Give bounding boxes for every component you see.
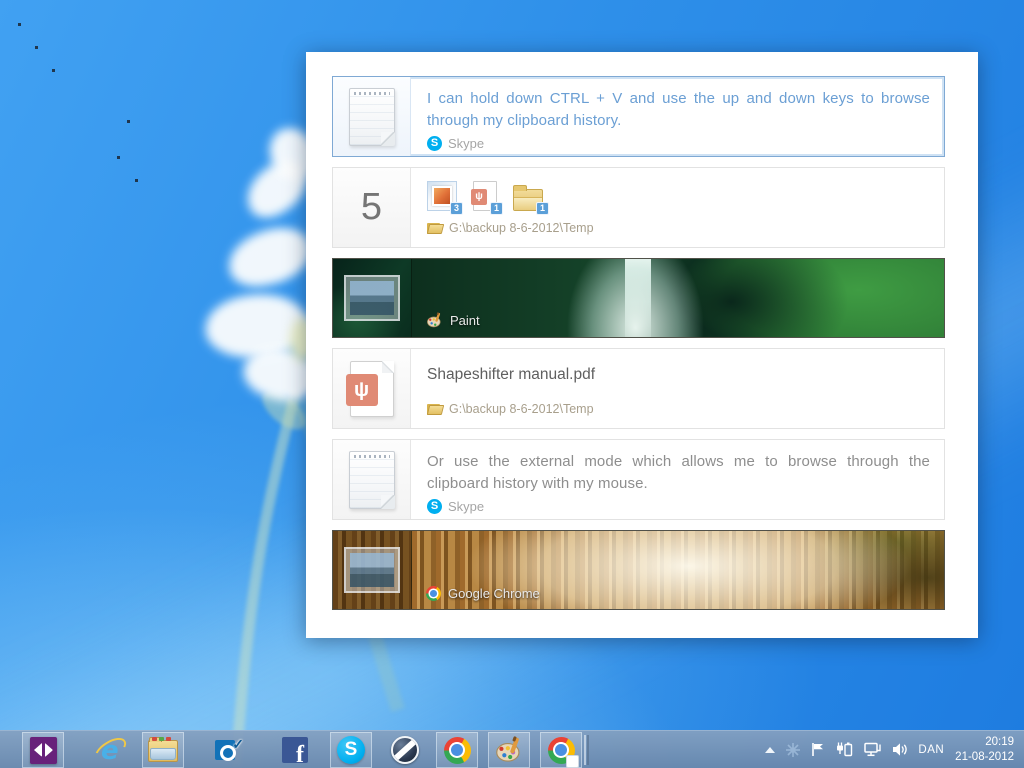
chrome-app-icon [547, 736, 579, 768]
desktop-speck [127, 120, 130, 123]
taskbar-chrome-button[interactable] [436, 732, 478, 768]
clipboard-entry-text[interactable]: Or use the external mode which allows me… [332, 439, 945, 520]
taskbar-paint-button[interactable] [488, 732, 530, 768]
taskbar-chrome-app-button[interactable] [540, 732, 586, 768]
taskbar-skype-button[interactable] [330, 732, 372, 768]
clipboard-entry-pdf[interactable]: ψ Shapeshifter manual.pdf G:\backup 8-6-… [332, 348, 945, 429]
photo-thumbnail-icon [344, 547, 400, 593]
source-app-label: Google Chrome [448, 586, 540, 601]
clipboard-image-waterfall: Paint [411, 259, 944, 337]
sphere-n-app-icon [391, 736, 419, 764]
file-path: G:\backup 8-6-2012\Temp [449, 221, 594, 235]
pdf-file-icon: ψ 1 [471, 181, 503, 215]
notepad-icon [348, 87, 395, 146]
facebook-icon [282, 737, 308, 763]
taskbar-file-explorer-button[interactable] [142, 732, 184, 768]
clipboard-text: Or use the external mode which allows me… [427, 453, 930, 492]
source-app-label: Paint [450, 313, 480, 328]
outlook-icon: ✓ [214, 736, 244, 763]
taskbar-facebook-button[interactable] [274, 732, 316, 768]
paint-icon [427, 312, 441, 328]
folder-file-icon: 1 [513, 181, 549, 215]
internet-explorer-icon: e [94, 735, 124, 766]
power-plug-icon[interactable] [836, 742, 853, 757]
clipboard-entry-image-chrome[interactable]: Google Chrome [332, 530, 945, 610]
image-thumb-cell [333, 531, 411, 609]
pdf-document-icon: ψ [345, 360, 394, 417]
clipboard-entry-image-paint[interactable]: Paint [332, 258, 945, 338]
skype-icon [427, 498, 442, 514]
volume-icon[interactable] [892, 742, 908, 757]
images-file-icon: 3 [427, 181, 463, 215]
clipboard-entry-files[interactable]: 5 3 ψ 1 1 G:\backup 8-6-2012\Temp [332, 167, 945, 248]
paint-icon [496, 736, 520, 762]
chrome-icon [443, 736, 471, 764]
clipboard-text: I can hold down CTRL + V and use the up … [427, 90, 930, 129]
clock[interactable]: 20:19 21-08-2012 [955, 735, 1014, 765]
flag-icon[interactable] [811, 742, 825, 757]
entry-icon-cell: ψ [333, 349, 411, 428]
taskbar: e ✓ f S DAN 20:19 21-08-2012 [0, 730, 1024, 768]
desktop-speck [18, 23, 21, 26]
count-badge: 3 [450, 202, 463, 215]
desktop-speck [117, 156, 120, 159]
entry-icon-cell: 5 [333, 168, 411, 247]
file-explorer-icon [148, 737, 178, 762]
open-folder-icon [427, 403, 443, 415]
notepad-icon [348, 450, 395, 509]
skype-icon [337, 736, 365, 764]
sync-gear-icon[interactable] [786, 742, 801, 757]
file-path: G:\backup 8-6-2012\Temp [449, 402, 594, 416]
count-badge: 1 [536, 202, 549, 215]
chrome-icon [426, 586, 441, 601]
taskbar-visual-studio-button[interactable] [22, 732, 64, 768]
chevron-up-icon[interactable] [765, 746, 776, 753]
clipboard-image-autumn: Google Chrome [411, 531, 944, 609]
clipboard-history-panel: I can hold down CTRL + V and use the up … [306, 52, 978, 638]
taskbar-outlook-button[interactable]: ✓ [208, 732, 250, 768]
clock-time: 20:19 [985, 735, 1014, 748]
skype-icon [427, 135, 442, 151]
system-tray: DAN 20:19 21-08-2012 [765, 735, 1024, 765]
desktop: I can hold down CTRL + V and use the up … [0, 0, 1024, 768]
file-count: 5 [360, 186, 383, 228]
clock-date: 21-08-2012 [955, 750, 1014, 763]
source-app-label: Skype [448, 498, 485, 514]
entry-icon-cell [333, 77, 411, 156]
taskbar-internet-explorer-button[interactable]: e [88, 732, 130, 768]
file-title: Shapeshifter manual.pdf [427, 366, 596, 383]
taskbar-sphere-app-button[interactable] [384, 732, 426, 768]
count-badge: 1 [490, 202, 503, 215]
open-folder-icon [427, 222, 443, 234]
photo-thumbnail-icon [344, 275, 400, 321]
clipboard-entry-text-selected[interactable]: I can hold down CTRL + V and use the up … [332, 76, 945, 157]
language-indicator[interactable]: DAN [918, 744, 944, 756]
desktop-speck [35, 46, 38, 49]
entry-icon-cell [333, 440, 411, 519]
desktop-speck [52, 69, 55, 72]
network-icon[interactable] [864, 742, 882, 757]
image-thumb-cell [333, 259, 411, 337]
source-app-label: Skype [448, 135, 485, 151]
visual-studio-icon [29, 736, 57, 764]
desktop-speck [135, 179, 138, 182]
